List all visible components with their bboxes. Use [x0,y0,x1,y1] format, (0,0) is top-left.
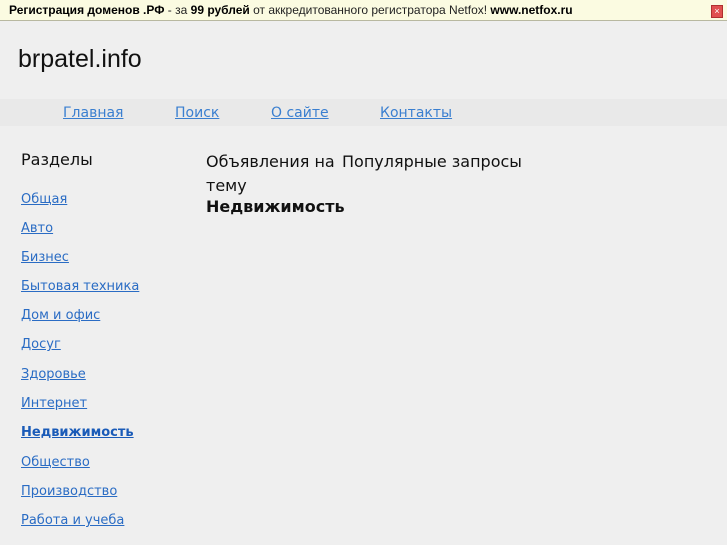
sidebar-item[interactable]: Интернет [21,396,87,411]
banner-text: от аккредитованного регистратора Netfox! [249,3,491,17]
sidebar-item[interactable]: Общество [21,455,90,470]
banner-price: 99 рублей [190,3,250,17]
sidebar-item[interactable]: Бытовая техника [21,279,139,294]
banner-link[interactable]: www.netfox.ru [490,3,572,17]
nav-bar: Главная Поиск О сайте Контакты [0,99,727,126]
sidebar-item[interactable]: Досуг [21,337,61,352]
sidebar-item[interactable]: Авто [21,221,53,236]
nav-search[interactable]: Поиск [175,105,219,121]
promo-banner: Регистрация доменов .РФ - за 99 рублей о… [0,0,727,21]
banner-text-bold: Регистрация доменов .РФ [9,3,165,17]
sidebar-item-active[interactable]: Недвижимость [21,425,134,440]
popular-queries-heading: Популярные запросы [342,152,522,171]
sidebar-item[interactable]: Работа и учеба [21,513,124,528]
sidebar-item[interactable]: Дом и офис [21,308,100,323]
nav-contacts[interactable]: Контакты [380,105,452,121]
close-icon[interactable]: × [711,5,723,18]
sidebar-item[interactable]: Общая [21,192,67,207]
banner-text: - за [164,3,191,17]
current-section-title: Недвижимость [206,197,345,216]
nav-home[interactable]: Главная [63,105,123,121]
sidebar-heading: Разделы [21,150,93,169]
sidebar-item[interactable]: Производство [21,484,117,499]
nav-about[interactable]: О сайте [271,105,329,121]
sidebar-item[interactable]: Здоровье [21,367,86,382]
sidebar-item[interactable]: Бизнес [21,250,69,265]
ads-heading: Объявления на тему [206,152,335,195]
site-title[interactable]: brpatel.info [18,45,142,74]
